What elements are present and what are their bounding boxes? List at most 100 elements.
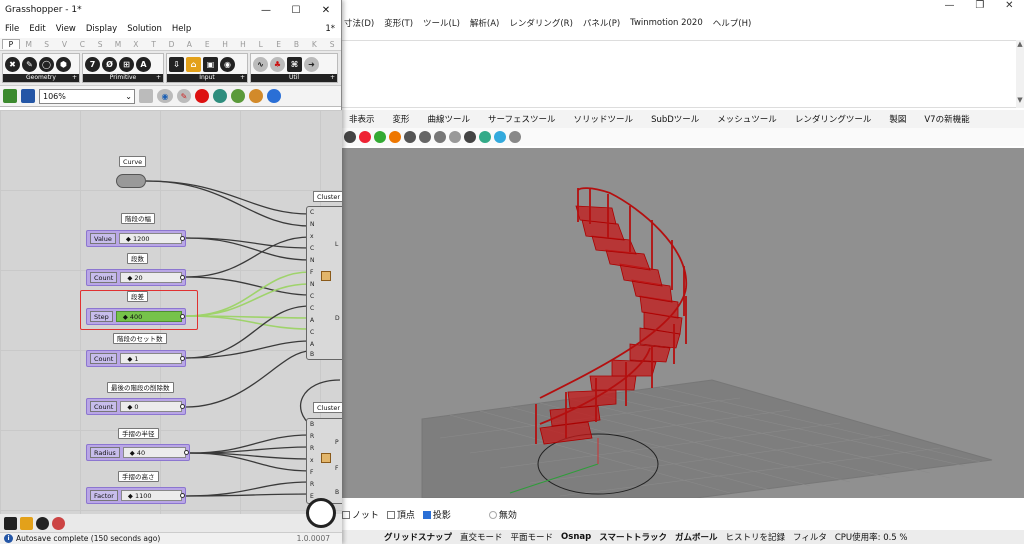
- slider-output-grip[interactable]: [180, 404, 185, 409]
- cluster-input[interactable]: N: [310, 221, 315, 228]
- status-smarttrack[interactable]: スマートトラック: [595, 531, 671, 543]
- tab-v7-new[interactable]: V7の新機能: [915, 113, 978, 125]
- cluster-output[interactable]: L: [335, 241, 338, 248]
- number-slider[interactable]: Count ◆ 20: [86, 269, 186, 286]
- ribbon-group-label[interactable]: Input: [167, 74, 247, 82]
- gh-menu-file[interactable]: File: [5, 24, 19, 34]
- number-slider[interactable]: Count ◆ 0: [86, 398, 186, 415]
- gh-menu-display[interactable]: Display: [86, 24, 117, 34]
- status-filter[interactable]: フィルタ: [789, 531, 831, 543]
- slider-output-grip[interactable]: [184, 450, 189, 455]
- cluster-input[interactable]: x: [310, 457, 314, 464]
- knot-checkbox[interactable]: [342, 510, 350, 519]
- status-grid-snap[interactable]: グリッドスナップ: [380, 531, 456, 543]
- menu-twinmotion[interactable]: Twinmotion 2020: [630, 18, 703, 28]
- osnap-disable[interactable]: 無効: [488, 508, 517, 521]
- tab-render-tools[interactable]: レンダリングツール: [786, 113, 881, 125]
- menu-render[interactable]: レンダリング(R): [509, 17, 573, 29]
- status-gumball[interactable]: ガムボール: [671, 531, 722, 543]
- gh-menu-view[interactable]: View: [56, 24, 76, 34]
- copy-icon[interactable]: [20, 516, 33, 530]
- tab-mesh-tools[interactable]: メッシュツール: [708, 113, 786, 125]
- status-osnap[interactable]: Osnap: [557, 532, 595, 542]
- cluster-component[interactable]: B R R x F R E P F B: [306, 418, 342, 504]
- menu-help[interactable]: ヘルプ(H): [713, 17, 752, 29]
- open-file-icon[interactable]: [3, 89, 17, 103]
- arrow-right-icon[interactable]: ➜: [304, 56, 319, 72]
- tab-transform[interactable]: 変形: [384, 113, 419, 125]
- slider-track[interactable]: ◆ 40: [122, 447, 189, 458]
- cluster-input[interactable]: R: [310, 481, 314, 488]
- number-slider[interactable]: Count ◆ 1: [86, 350, 186, 367]
- cluster-input[interactable]: C: [310, 209, 314, 216]
- cat-tab-l[interactable]: L: [252, 40, 270, 49]
- text-icon[interactable]: A: [136, 56, 151, 72]
- link-icon[interactable]: [36, 516, 49, 530]
- curve-param-node[interactable]: [116, 174, 146, 188]
- cat-tab-k[interactable]: K: [305, 40, 323, 49]
- light-icon[interactable]: [449, 131, 461, 143]
- shaded-icon[interactable]: [249, 89, 263, 103]
- menu-analyze[interactable]: 解析(A): [470, 17, 499, 29]
- bake-bottom-icon[interactable]: [52, 516, 65, 530]
- minimize-icon[interactable]: —: [944, 0, 954, 14]
- cluster-input[interactable]: R: [310, 445, 314, 452]
- save-file-icon[interactable]: [21, 89, 35, 103]
- tab-subd-tools[interactable]: SubDツール: [642, 113, 708, 125]
- cat-tab-h1[interactable]: H: [216, 40, 234, 49]
- sphere-icon[interactable]: [404, 131, 416, 143]
- settings-icon[interactable]: [509, 131, 521, 143]
- cluster-input[interactable]: A: [310, 317, 314, 324]
- menu-dimension[interactable]: 寸法(D): [344, 17, 374, 29]
- hexagon-icon[interactable]: ⬢: [56, 56, 71, 72]
- cluster-input[interactable]: N: [310, 257, 315, 264]
- ribbon-group-label[interactable]: Primitive: [83, 74, 163, 82]
- ribbon-group-label[interactable]: Geometry: [3, 74, 79, 82]
- cat-tab-transform[interactable]: T: [145, 40, 163, 49]
- cherry-icon[interactable]: ♣: [270, 56, 285, 72]
- cluster-input[interactable]: N: [310, 281, 315, 288]
- panel-icon[interactable]: ▣: [203, 56, 218, 72]
- sun-icon[interactable]: [494, 131, 506, 143]
- gh-menu-edit[interactable]: Edit: [29, 24, 45, 34]
- cat-tab-e2[interactable]: E: [270, 40, 288, 49]
- slider-track[interactable]: ◆ 0: [120, 401, 185, 412]
- cat-tab-params[interactable]: P: [2, 39, 20, 49]
- cluster-input[interactable]: C: [310, 245, 314, 252]
- number-slider[interactable]: Factor ◆ 1100: [86, 487, 186, 504]
- cluster-input[interactable]: R: [310, 433, 314, 440]
- cluster-input[interactable]: C: [310, 329, 314, 336]
- cat-tab-a[interactable]: A: [180, 40, 198, 49]
- bake-icon[interactable]: [213, 89, 227, 103]
- gh-close-icon[interactable]: ✕: [311, 5, 341, 16]
- tab-hide[interactable]: 非表示: [340, 113, 384, 125]
- slider-output-grip[interactable]: [180, 236, 185, 241]
- gh-minimize-icon[interactable]: —: [251, 5, 281, 16]
- cat-tab-surface[interactable]: S: [91, 40, 109, 49]
- number-slider[interactable]: Value ◆ 1200: [86, 230, 186, 247]
- tree-icon[interactable]: ⌘: [287, 56, 302, 72]
- cat-tab-h2[interactable]: H: [234, 40, 252, 49]
- wave-icon[interactable]: ∿: [253, 56, 268, 72]
- status-ortho[interactable]: 直交モード: [456, 531, 507, 543]
- cat-tab-maths[interactable]: M: [20, 40, 38, 49]
- render-icon[interactable]: [434, 131, 446, 143]
- gh-maximize-icon[interactable]: ☐: [281, 5, 311, 16]
- osnap-knot[interactable]: ノット: [342, 508, 379, 521]
- cluster-input[interactable]: F: [310, 269, 313, 276]
- tab-solid-tools[interactable]: ソリッドツール: [565, 113, 643, 125]
- grid-icon[interactable]: ⊞: [119, 56, 134, 72]
- cluster-output[interactable]: P: [335, 439, 339, 446]
- gh-menu-help[interactable]: Help: [172, 24, 191, 34]
- null-icon[interactable]: Ø: [102, 56, 117, 72]
- tab-curve-tools[interactable]: 曲線ツール: [419, 113, 480, 125]
- status-planar[interactable]: 平面モード: [507, 531, 558, 543]
- disable-radio[interactable]: [488, 510, 497, 519]
- osnap-project[interactable]: 投影: [422, 508, 451, 521]
- status-history[interactable]: ヒストリを記録: [721, 531, 789, 543]
- display-icon[interactable]: [344, 131, 356, 143]
- tab-drafting[interactable]: 製図: [880, 113, 915, 125]
- vertex-checkbox[interactable]: [386, 510, 395, 519]
- zoom-dropdown[interactable]: 106% ⌄: [39, 88, 135, 104]
- cat-tab-e[interactable]: E: [198, 40, 216, 49]
